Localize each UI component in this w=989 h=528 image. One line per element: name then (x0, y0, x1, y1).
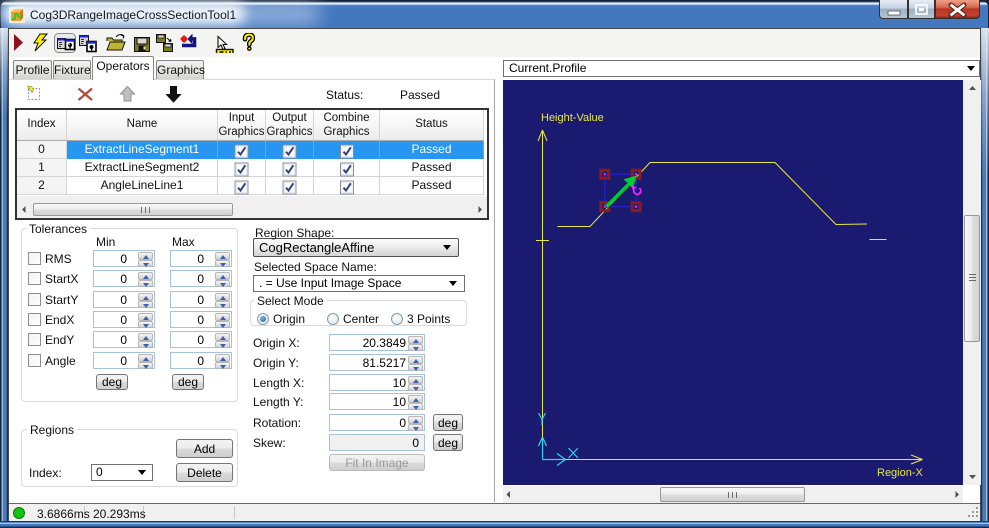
svg-text:Height-Value: Height-Value (541, 112, 604, 124)
svg-text:Region-X: Region-X (877, 467, 924, 479)
